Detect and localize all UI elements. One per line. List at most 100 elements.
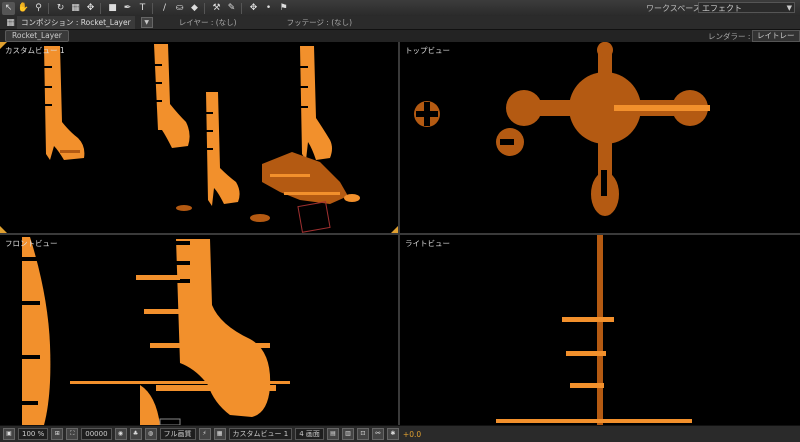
front-view-render	[22, 237, 290, 425]
right-view[interactable]: ライトビュー	[400, 235, 800, 425]
safe-zones-icon[interactable]: ⊞	[51, 428, 64, 440]
workspace-value: エフェクト	[702, 4, 742, 13]
rocket-body-top	[597, 42, 613, 58]
tab-footage[interactable]: フッテージ : (なし)	[287, 17, 353, 28]
rocket-shape	[44, 46, 85, 160]
front-view-label: フロントビュー	[5, 239, 58, 248]
rocket-fin	[22, 301, 40, 305]
brush-tool-icon[interactable]: /	[158, 2, 171, 15]
rocket-cutout	[424, 102, 430, 126]
rocket-fin	[44, 104, 52, 106]
renderer-button[interactable]: レイトレース 3D	[752, 30, 800, 50]
highlight-bar	[136, 275, 180, 280]
eraser-tool-icon[interactable]: ◆	[188, 2, 201, 15]
viewer-bottom-bar: ▣ 100 % ⊞ ⛶ 00000 ◉ ♣ ◍ フル画質 ⚡ ▦ カスタムビュー…	[0, 425, 800, 442]
exposure-icon[interactable]: ✱	[386, 428, 399, 440]
front-view[interactable]: フロントビュー	[0, 235, 398, 425]
text-tool-icon[interactable]: T	[136, 2, 149, 15]
view-axis-icon[interactable]: ⚑	[277, 2, 290, 15]
highlight-bar	[570, 383, 604, 388]
world-axis-icon[interactable]: •	[262, 2, 275, 15]
chevron-down-icon: ▼	[786, 4, 792, 12]
rocket-fin	[176, 261, 190, 265]
toolbar-divider	[48, 2, 49, 14]
view-corner-marker	[0, 226, 7, 233]
flowchart-icon[interactable]: ⚯	[371, 428, 384, 440]
camera-tool-icon[interactable]: ▦	[69, 2, 82, 15]
debris-shape	[284, 192, 340, 195]
rocket-fin	[154, 82, 162, 84]
rocket-fin	[206, 130, 213, 132]
highlight-bar	[496, 419, 692, 423]
rocket-cutout	[601, 170, 607, 196]
panel-menu-icon[interactable]: ▦	[4, 16, 17, 29]
roto-brush-tool-icon[interactable]: ⚒	[210, 2, 223, 15]
toolbar-divider	[100, 2, 101, 14]
pan-behind-tool-icon[interactable]: ✥	[84, 2, 97, 15]
view-divider-horizontal	[0, 233, 800, 235]
top-view[interactable]: トップビュー	[400, 42, 800, 233]
rocket-cutout	[500, 139, 514, 145]
clone-stamp-tool-icon[interactable]: ⛀	[173, 2, 186, 15]
hand-tool-icon[interactable]: ✋	[17, 2, 30, 15]
rocket-fin	[44, 66, 52, 68]
zoom-select[interactable]: 100 %	[18, 428, 49, 440]
local-axis-icon[interactable]: ✥	[247, 2, 260, 15]
transparency-grid-icon[interactable]: ▦	[213, 428, 226, 440]
composition-dropdown[interactable]: ▼	[140, 17, 153, 28]
highlight-bar	[562, 317, 614, 322]
highlight-bar	[614, 105, 710, 111]
rocket-shape	[154, 44, 190, 148]
rocket-body-top	[506, 90, 542, 126]
toggle-pixel-aspect-icon[interactable]: ▤	[326, 428, 339, 440]
renderer-label: レンダラー :	[708, 32, 751, 41]
custom-view[interactable]: カスタムビュー 1	[0, 42, 398, 233]
rocket-shape	[300, 46, 332, 160]
tab-composition[interactable]: コンポジション : Rocket_Layer	[17, 16, 135, 29]
workspace-select[interactable]: エフェクト ▼	[698, 2, 795, 13]
rocket-fin	[206, 112, 213, 114]
rocket-fin	[300, 106, 308, 108]
rocket-fin	[300, 66, 308, 68]
comp-flowchart-icon[interactable]: ⊡	[356, 428, 369, 440]
color-channel-icon[interactable]: ◍	[144, 428, 157, 440]
debris-shape	[262, 152, 348, 204]
rocket-fin	[22, 355, 40, 359]
debris-shape	[270, 174, 310, 177]
puppet-pin-tool-icon[interactable]: ✎	[225, 2, 238, 15]
selection-tool-icon[interactable]: ↖	[2, 1, 15, 15]
fast-preview-icon[interactable]: ⚡	[198, 428, 211, 440]
timeline-icon[interactable]: ▥	[341, 428, 354, 440]
snapshot-icon[interactable]: ◉	[114, 428, 127, 440]
debris-shape	[176, 205, 192, 211]
composition-name-button[interactable]: Rocket_Layer	[5, 30, 69, 42]
view-select[interactable]: カスタムビュー 1	[228, 428, 293, 440]
rocket-fin	[22, 401, 38, 405]
rectangle-tool-icon[interactable]: ■	[106, 2, 119, 15]
zoom-tool-icon[interactable]: ⚲	[32, 2, 45, 15]
timecode-field[interactable]: 00000	[81, 428, 112, 440]
rocket-fin	[44, 86, 52, 88]
toolbar-divider	[204, 2, 205, 14]
rotate-tool-icon[interactable]: ↻	[54, 2, 67, 15]
region-icon[interactable]: ⛶	[66, 428, 79, 440]
show-snapshot-icon[interactable]: ♣	[129, 428, 142, 440]
composition-viewer[interactable]: カスタムビュー 1 トップビュー フロントビュー ライトビュー	[0, 42, 800, 425]
rocket-fin	[300, 86, 308, 88]
debris-shape	[250, 214, 270, 222]
highlight-bar	[156, 385, 276, 391]
resolution-select[interactable]: フル画質	[159, 428, 196, 440]
rocket-fin	[22, 257, 38, 261]
rocket-fin	[206, 148, 213, 150]
rocket-body-side	[597, 235, 603, 425]
layout-select[interactable]: 4 画面	[295, 428, 324, 440]
custom-view-label: カスタムビュー 1	[5, 46, 65, 55]
panel-tab-bar: ▦ コンポジション : Rocket_Layer ▼ レイヤー : (なし) フ…	[0, 16, 800, 30]
rocket-fin	[154, 64, 162, 66]
always-preview-icon[interactable]: ▣	[3, 428, 15, 440]
right-view-render	[496, 235, 692, 425]
exposure-value[interactable]: +0.0	[403, 430, 421, 439]
pen-tool-icon[interactable]: ✒	[121, 2, 134, 15]
tab-layer[interactable]: レイヤー : (なし)	[179, 17, 237, 28]
highlight-bar	[566, 351, 606, 356]
